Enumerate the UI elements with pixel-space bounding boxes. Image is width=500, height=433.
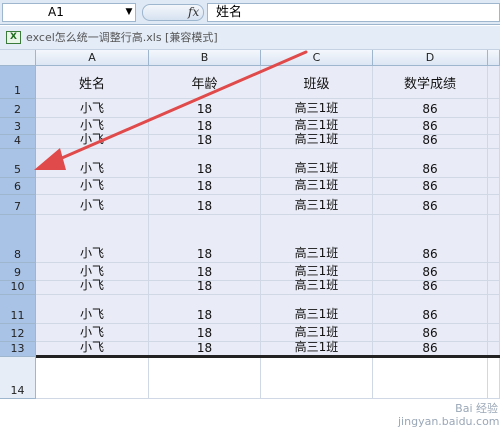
annotation-arrow — [34, 50, 308, 170]
arrow-head — [34, 148, 66, 170]
watermark: Bai 经验 jingyan.baidu.com — [398, 402, 500, 430]
watermark-line2: jingyan.baidu.com — [398, 415, 500, 428]
watermark-line1: Bai 经验 — [455, 402, 498, 415]
arrow-shaft — [53, 50, 308, 163]
